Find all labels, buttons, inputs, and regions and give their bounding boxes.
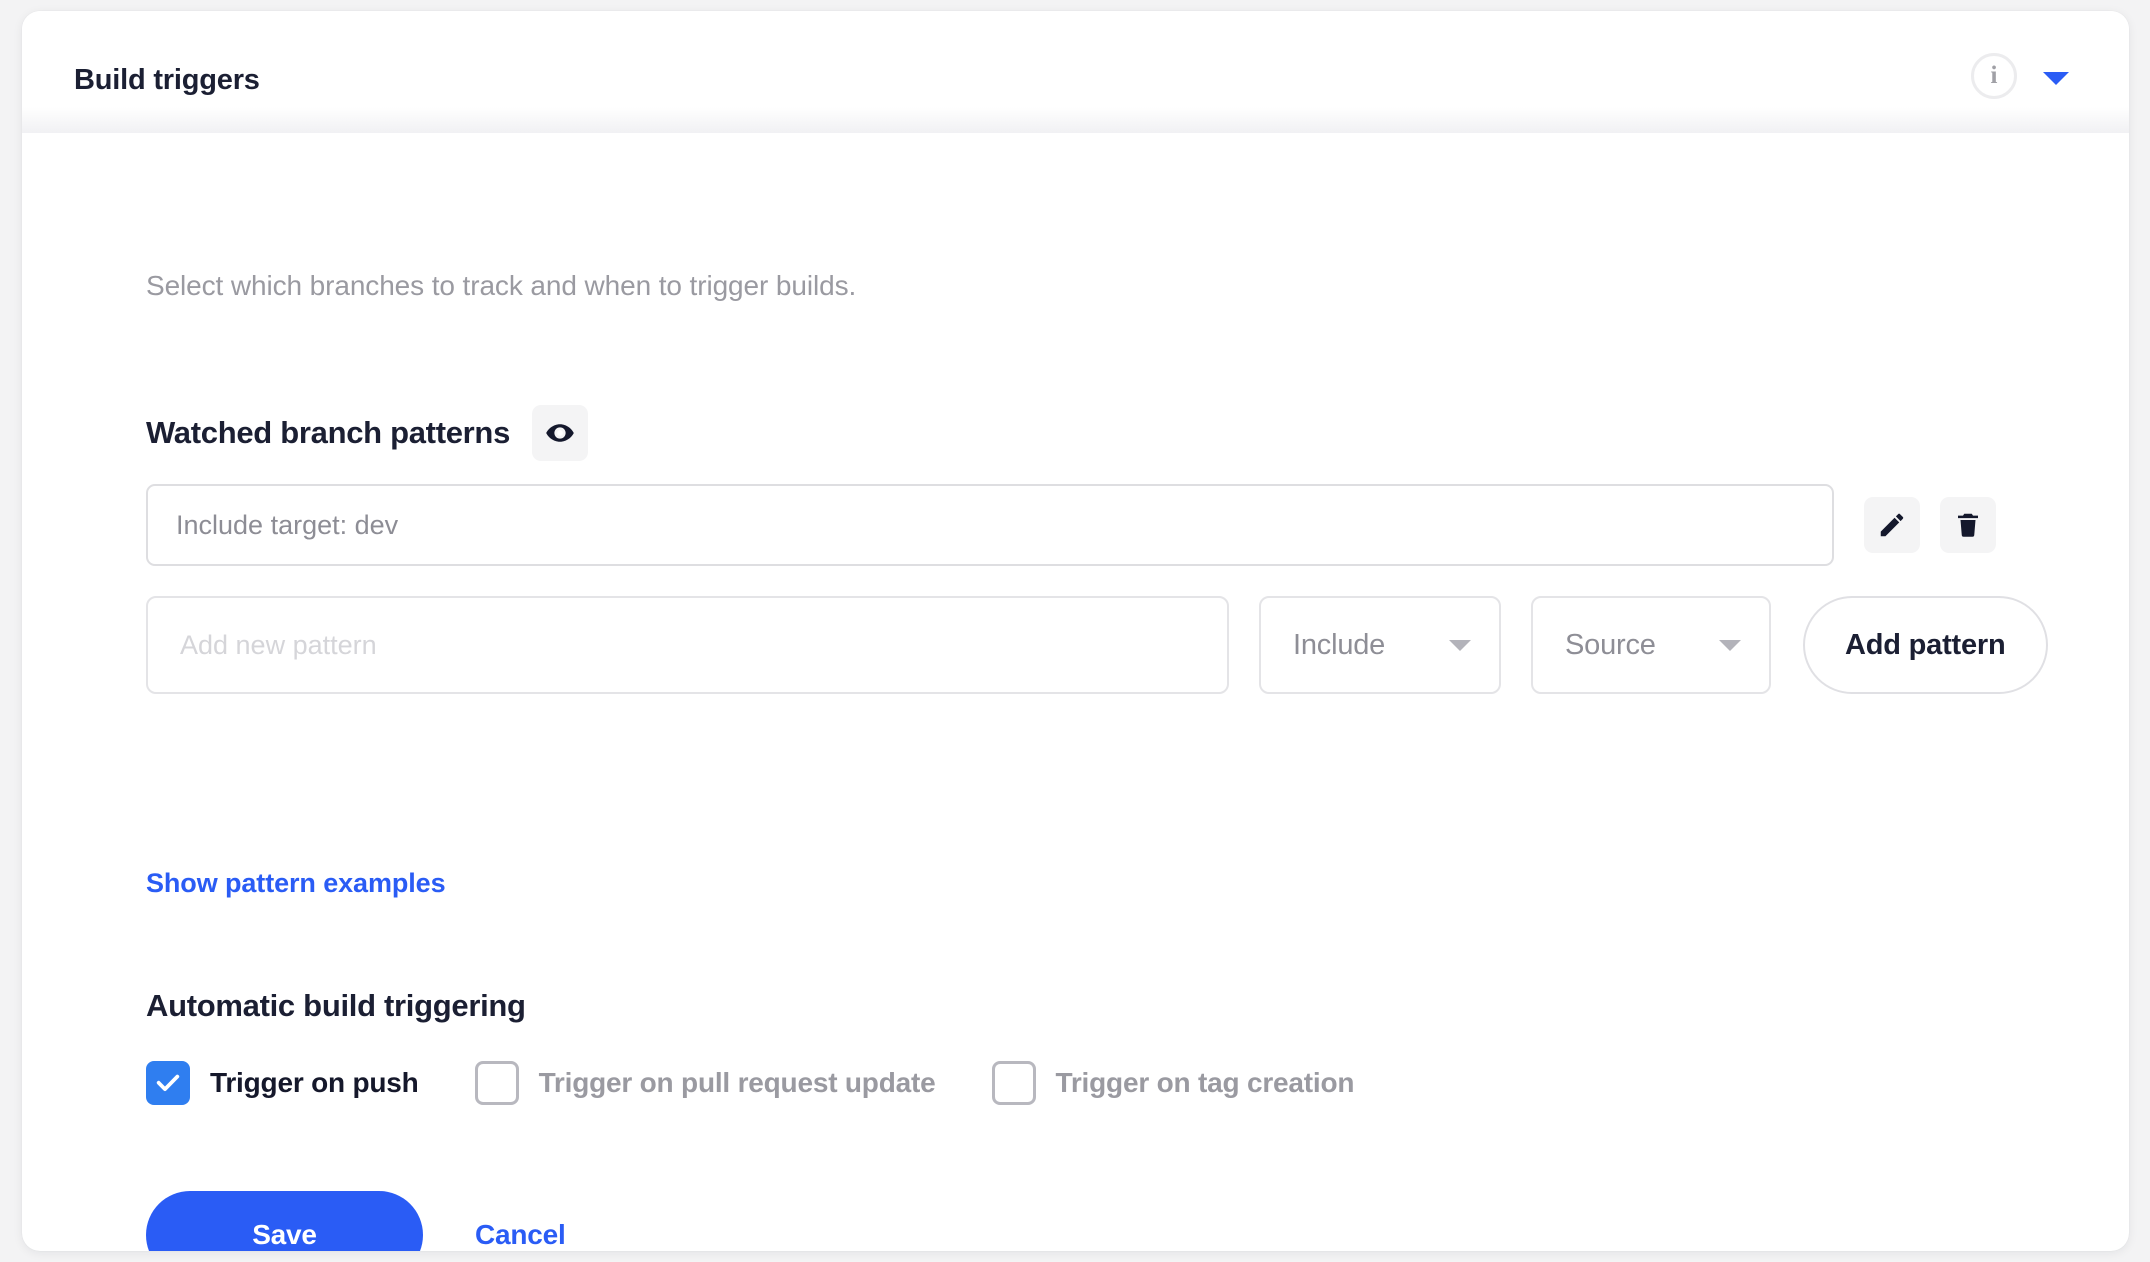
pattern-mode-select[interactable]: Include: [1259, 596, 1501, 694]
watched-patterns-heading: Watched branch patterns: [146, 415, 511, 450]
eye-icon-button[interactable]: [532, 405, 589, 461]
add-pattern-button[interactable]: Add pattern: [1803, 596, 2048, 694]
new-pattern-input[interactable]: [146, 596, 1229, 694]
checkbox-trigger-on-pull-request-update[interactable]: Trigger on pull request update: [474, 1061, 936, 1105]
chevron-down-icon[interactable]: [2043, 71, 2069, 85]
pencil-icon: [1880, 513, 1904, 537]
chevron-down-icon: [1719, 639, 1741, 651]
checkbox-checked-icon[interactable]: [146, 1061, 190, 1105]
footer-actions: Save Cancel: [146, 1191, 566, 1251]
trash-icon: [1958, 513, 1978, 537]
checkbox-trigger-on-push[interactable]: Trigger on push: [146, 1061, 419, 1105]
check-icon: [156, 1074, 180, 1092]
delete-pattern-button[interactable]: [1940, 497, 1996, 553]
pattern-row-actions: [1864, 497, 1996, 553]
chevron-down-icon: [1449, 639, 1471, 651]
pattern-mode-value: Include: [1293, 628, 1386, 661]
pattern-value[interactable]: Include target: dev: [146, 484, 1834, 566]
build-triggers-card: Build triggers i Select which branches t…: [22, 11, 2129, 1251]
pattern-scope-value: Source: [1565, 628, 1656, 661]
checkbox-label: Trigger on push: [210, 1067, 419, 1098]
checkbox-trigger-on-tag-creation[interactable]: Trigger on tag creation: [991, 1061, 1355, 1105]
checkbox-label: Trigger on tag creation: [1055, 1067, 1355, 1098]
section-description: Select which branches to track and when …: [146, 270, 857, 301]
checkbox-unchecked-icon[interactable]: [474, 1061, 519, 1105]
automatic-triggering-heading: Automatic build triggering: [146, 988, 526, 1023]
info-icon[interactable]: i: [1971, 53, 2017, 99]
checkbox-unchecked-icon[interactable]: [991, 1061, 1036, 1105]
pattern-row: Include target: dev: [146, 484, 1996, 566]
cancel-button[interactable]: Cancel: [475, 1219, 566, 1251]
save-button[interactable]: Save: [146, 1191, 423, 1251]
eye-icon: [546, 424, 574, 442]
show-pattern-examples-link[interactable]: Show pattern examples: [146, 868, 446, 899]
page-title: Build triggers: [74, 64, 260, 96]
checkbox-label: Trigger on pull request update: [538, 1067, 936, 1098]
header-actions: i: [1971, 53, 2069, 99]
pattern-scope-select[interactable]: Source: [1531, 596, 1771, 694]
add-pattern-row: Include Source Add pattern: [146, 596, 2048, 694]
watched-patterns-heading-row: Watched branch patterns: [146, 405, 589, 461]
trigger-options: Trigger on push Trigger on pull request …: [146, 1061, 1354, 1105]
edit-pattern-button[interactable]: [1864, 497, 1920, 553]
card-header: Build triggers i: [22, 11, 2129, 133]
